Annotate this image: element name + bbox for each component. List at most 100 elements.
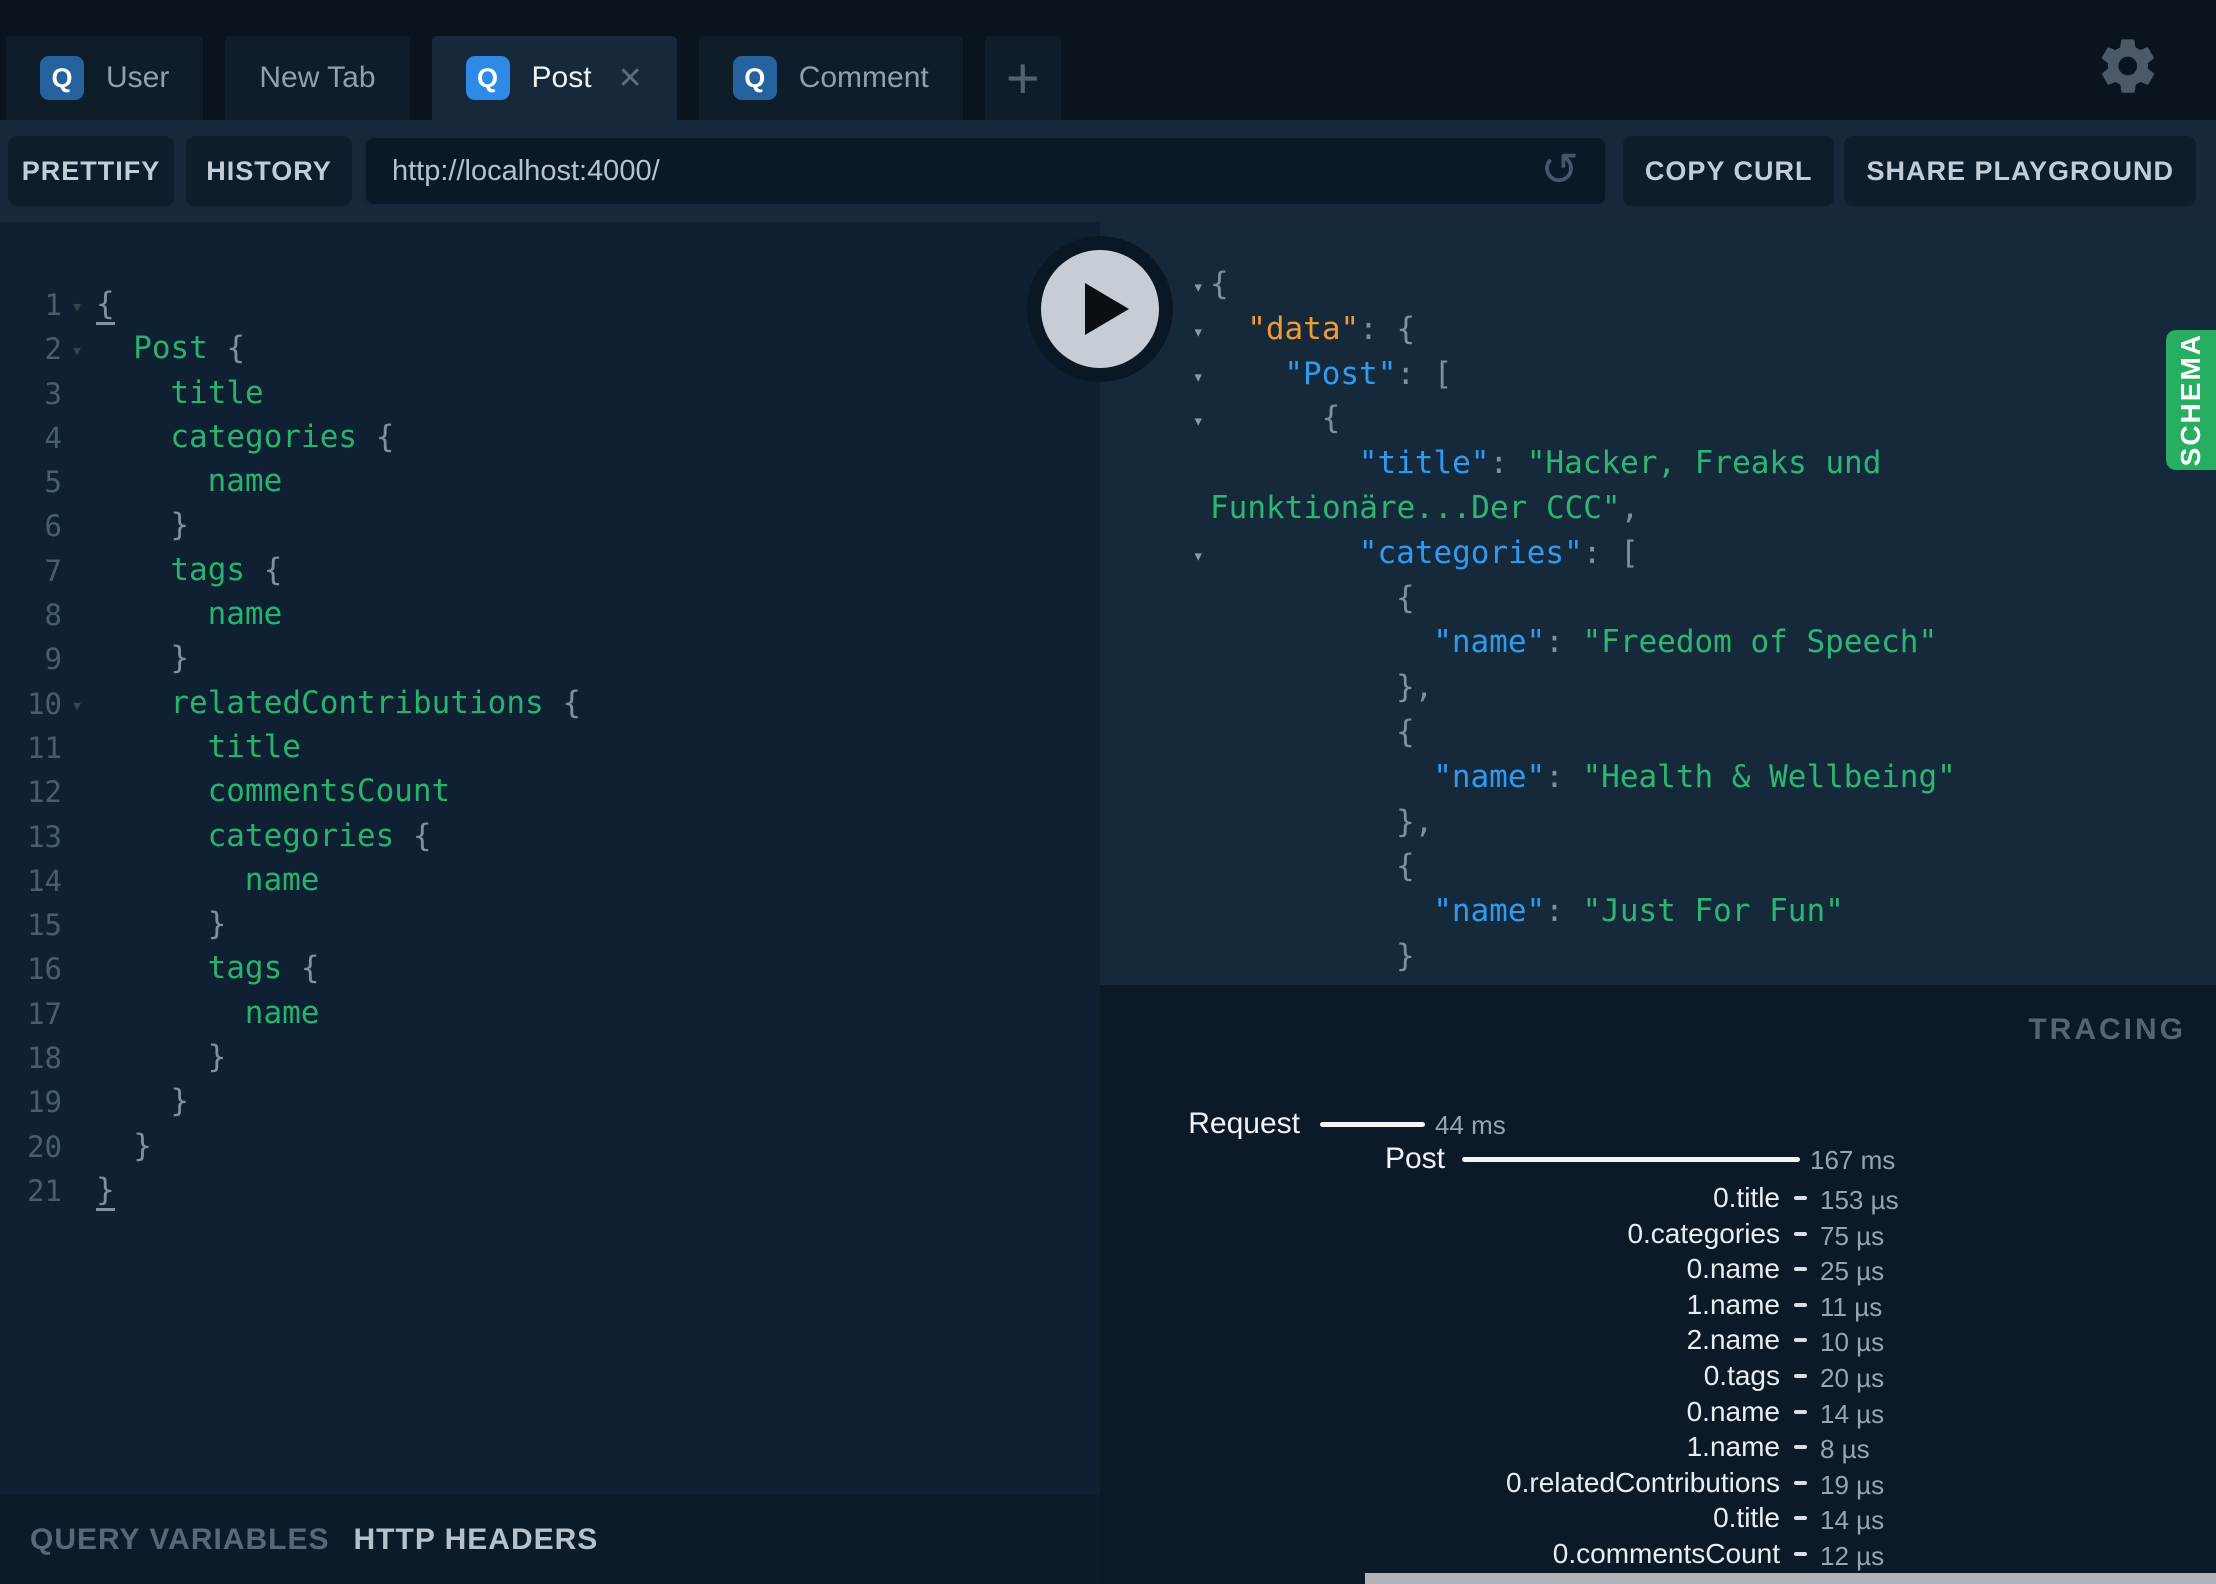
- query-line: 7 tags {: [0, 548, 1100, 592]
- duration-dash: [1794, 1480, 1807, 1485]
- code-token: }: [170, 1083, 190, 1120]
- response-line: Funktionäre...Der CCC",: [1100, 486, 2216, 531]
- query-variables-tab[interactable]: QUERY VARIABLES: [30, 1523, 330, 1557]
- code-token: : {: [1359, 310, 1416, 347]
- collapse-arrow-icon[interactable]: ▾: [1174, 265, 1204, 310]
- copy-curl-button[interactable]: COPY CURL: [1622, 136, 1835, 206]
- duration-bar: [1462, 1157, 1800, 1162]
- resolver-path: 0.commentsCount: [1552, 1538, 1780, 1569]
- line-number: 19: [27, 1085, 62, 1120]
- new-tab-button[interactable]: +: [984, 36, 1061, 120]
- toolbar: PRETTIFY HISTORY http://localhost:4000/ …: [0, 120, 2216, 222]
- tracing-panel: TRACING Request 44 ms Post 167 ms 0.title 153…: [1100, 985, 2216, 1584]
- line-number: 21: [27, 1173, 62, 1208]
- fold-arrow-icon[interactable]: ▾: [64, 328, 90, 372]
- query-line: 21}: [0, 1168, 1100, 1212]
- duration-dash: [1794, 1231, 1807, 1236]
- prettify-button[interactable]: PRETTIFY: [8, 136, 174, 206]
- code-token: :: [1545, 893, 1583, 930]
- fold-arrow-icon[interactable]: ▾: [64, 284, 90, 328]
- schema-side-tab-label: SCHEMA: [2175, 333, 2206, 467]
- play-icon: [1041, 250, 1159, 368]
- query-line: 5 name: [0, 459, 1100, 503]
- tab-label: New Tab: [259, 61, 376, 94]
- code-token: {: [207, 330, 246, 367]
- code-token: {: [543, 684, 581, 721]
- collapse-arrow-icon[interactable]: ▾: [1174, 310, 1204, 355]
- response-line: },: [1100, 800, 2216, 845]
- tab-user[interactable]: Q User: [6, 36, 204, 120]
- line-content: "title": "Hacker, Freaks und: [1210, 441, 1882, 486]
- line-content: }: [1210, 934, 1415, 979]
- tracing-resolver-row: 2.name 10 µs: [1100, 1324, 2216, 1360]
- tracing-resolver-row: 0.name 14 µs: [1100, 1396, 2216, 1432]
- endpoint-url-input[interactable]: http://localhost:4000/ ↺: [364, 136, 1607, 206]
- line-content: title: [96, 371, 263, 415]
- response-pane: ▾{▾ "data": {▾ "Post": [▾{"title": "Hacker…: [1100, 222, 2216, 985]
- line-number: 5: [44, 465, 62, 500]
- query-line: 10 ▾ relatedContributions {: [0, 681, 1100, 725]
- line-content: },: [1210, 665, 1433, 710]
- resolver-duration: 75 µs: [1820, 1220, 1885, 1251]
- response-line: "name": "Freedom of Speech": [1100, 620, 2216, 665]
- line-number: 10: [27, 686, 62, 721]
- query-editor[interactable]: 1 ▾{2 ▾ Post {3 title 4 categories {5 name 6} 7 ta…: [0, 222, 1100, 1495]
- code-token: "Post": [1284, 355, 1397, 392]
- schema-side-tab[interactable]: SCHEMA: [2166, 330, 2216, 470]
- code-token: "data": [1247, 310, 1360, 347]
- query-line: 2 ▾ Post {: [0, 326, 1100, 370]
- response-line: ▾{: [1100, 262, 2216, 307]
- code-token: "Freedom of Speech": [1582, 624, 1938, 661]
- code-token: }: [170, 640, 190, 677]
- code-token: commentsCount: [207, 773, 451, 810]
- code-token: "Just For Fun": [1582, 893, 1844, 930]
- close-tab-icon[interactable]: ✕: [618, 61, 643, 96]
- query-line: 4 categories {: [0, 415, 1100, 459]
- code-token: Funktionäre...Der CCC": [1210, 489, 1621, 526]
- tracing-span-row: Post 167 ms: [1100, 1142, 2216, 1178]
- fold-arrow-icon[interactable]: ▾: [64, 683, 90, 727]
- code-token: {: [1396, 848, 1415, 885]
- response-line: "name": "Just For Fun": [1100, 889, 2216, 934]
- code-token: "Health & Wellbeing": [1582, 758, 1956, 795]
- collapse-arrow-icon[interactable]: ▾: [1174, 355, 1204, 400]
- response-line: }: [1100, 934, 2216, 979]
- tab-comment[interactable]: Q Comment: [698, 36, 963, 120]
- line-content: name: [96, 858, 320, 902]
- line-content: name: [96, 459, 283, 503]
- line-number: 3: [44, 376, 62, 411]
- query-line: 8 name: [0, 592, 1100, 636]
- settings-gear-icon[interactable]: [2096, 34, 2160, 98]
- line-content: }: [96, 1035, 227, 1079]
- line-number: 2: [44, 332, 62, 367]
- query-code: 1 ▾{2 ▾ Post {3 title 4 categories {5 name 6} 7 ta…: [0, 282, 1100, 1212]
- tab-post[interactable]: Q Post ✕: [431, 36, 677, 120]
- code-token: "Hacker, Freaks und: [1526, 445, 1882, 482]
- history-button[interactable]: HISTORY: [186, 136, 352, 206]
- code-token: }: [1396, 937, 1415, 974]
- tracing-resolver-row: 0.name 25 µs: [1100, 1253, 2216, 1289]
- reload-schema-icon[interactable]: ↺: [1540, 146, 1579, 192]
- tracing-panel-title[interactable]: TRACING: [2028, 1013, 2186, 1047]
- execute-query-button[interactable]: [1027, 236, 1173, 382]
- line-content: name: [96, 991, 320, 1035]
- collapse-arrow-icon[interactable]: ▾: [1174, 399, 1204, 444]
- resolver-duration: 8 µs: [1820, 1434, 1870, 1465]
- tab-new-tab[interactable]: New Tab: [225, 36, 410, 120]
- line-number: 7: [44, 553, 62, 588]
- http-headers-tab[interactable]: HTTP HEADERS: [354, 1523, 599, 1557]
- graphql-playground: { "window": { "schema_tab": "SCHEMA" }, …: [0, 0, 2216, 1584]
- query-line: 1 ▾{: [0, 282, 1100, 326]
- line-number: 17: [27, 996, 62, 1031]
- line-content: {: [1210, 576, 1415, 621]
- resolver-duration: 20 µs: [1820, 1363, 1885, 1393]
- line-content: }: [96, 902, 227, 946]
- line-number: 13: [27, 819, 62, 854]
- share-playground-button[interactable]: SHARE PLAYGROUND: [1844, 136, 2196, 206]
- query-line: 11 title: [0, 725, 1100, 769]
- code-token: : [: [1582, 534, 1639, 571]
- horizontal-scrollbar[interactable]: [1365, 1573, 2216, 1584]
- code-token: {: [1210, 266, 1229, 302]
- collapse-arrow-icon[interactable]: ▾: [1174, 534, 1204, 579]
- query-badge-icon: Q: [40, 56, 84, 100]
